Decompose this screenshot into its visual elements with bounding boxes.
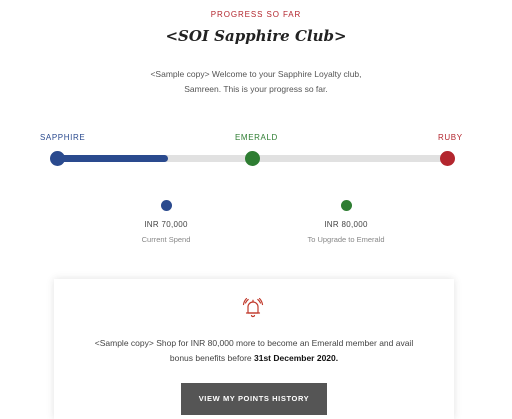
- upgrade-target-value: INR 80,000: [324, 220, 368, 229]
- tier-node-sapphire: [50, 151, 65, 166]
- eyebrow-label: PROGRESS SO FAR: [210, 10, 302, 19]
- current-spend-value: INR 70,000: [144, 220, 188, 229]
- upgrade-target-dot: [340, 200, 352, 211]
- tier-label-emerald: EMERALD: [235, 133, 278, 142]
- tier-label-ruby: RUBY: [438, 133, 463, 142]
- upgrade-message: <Sample copy> Shop for INR 80,000 more t…: [90, 336, 418, 366]
- upgrade-deadline: 31st December 2020.: [254, 353, 339, 363]
- upgrade-target-caption: To Upgrade to Emerald: [307, 235, 385, 244]
- bell-alert-icon: [242, 297, 264, 318]
- current-spend-caption: Current Spend: [141, 235, 191, 244]
- upgrade-card: <Sample copy> Shop for INR 80,000 more t…: [54, 279, 454, 419]
- progress-fill: [57, 155, 168, 162]
- page-title: <SOI Sapphire Club>: [165, 27, 347, 45]
- stat-upgrade-target: INR 80,000 To Upgrade to Emerald: [281, 200, 411, 244]
- view-points-history-button[interactable]: VIEW MY POINTS HISTORY: [181, 383, 327, 415]
- stat-current-spend: INR 70,000 Current Spend: [101, 200, 231, 244]
- tier-node-emerald: [245, 151, 260, 166]
- current-spend-dot: [160, 200, 172, 211]
- tier-label-sapphire: SAPPHIRE: [40, 133, 86, 142]
- tier-node-ruby: [440, 151, 455, 166]
- intro-text: <Sample copy> Welcome to your Sapphire L…: [150, 69, 362, 94]
